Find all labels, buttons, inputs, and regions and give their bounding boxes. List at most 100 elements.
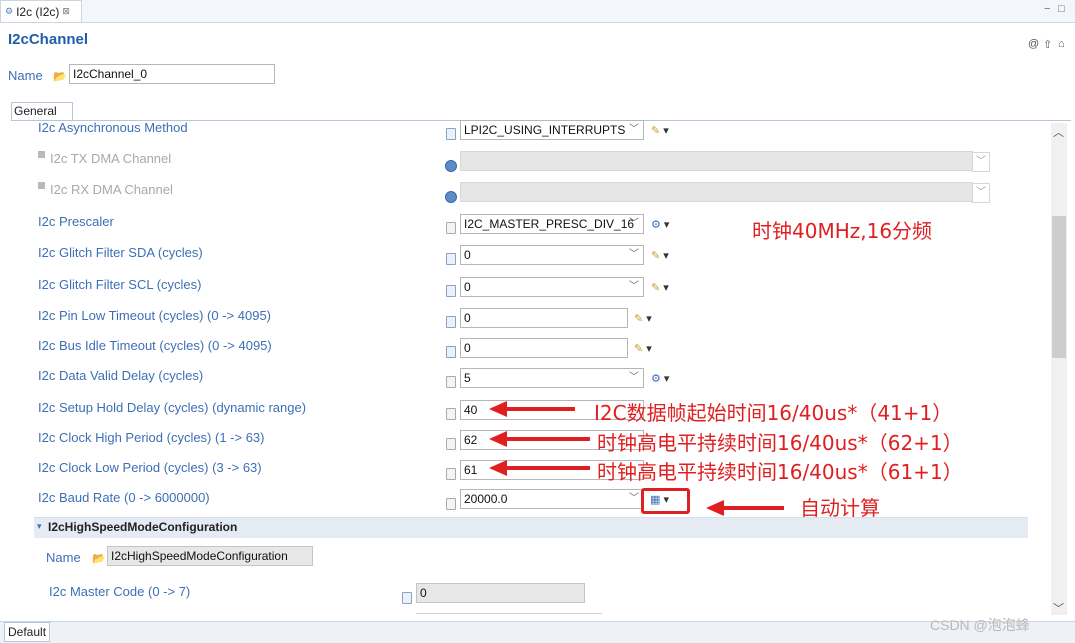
tab-general[interactable]: General	[11, 102, 73, 121]
arrow-auto	[722, 506, 784, 510]
rx-dma-label: I2c RX DMA Channel	[50, 182, 173, 197]
annotation-high: 时钟高电平持续时间16/40us*（62+1）	[597, 431, 963, 455]
pencil-icon: ✎	[634, 343, 644, 355]
glitch-sda-select[interactable]: 0 ﹀	[460, 245, 644, 265]
annotation-auto: 自动计算	[800, 496, 880, 520]
home-icon[interactable]: ⌂	[1058, 38, 1065, 50]
pencil-icon: ✎	[634, 313, 644, 325]
chevron-down-icon: ﹀	[629, 372, 639, 383]
scrollbar-thumb[interactable]	[1052, 216, 1066, 358]
bus-idle-timeout-label: I2c Bus Idle Timeout (cycles) (0 -> 4095…	[38, 338, 272, 353]
name-input[interactable]: I2cChannel_0	[69, 64, 275, 84]
edit-tools[interactable]: ✎ ▾	[651, 249, 669, 262]
data-valid-delay-select[interactable]: 5 ﹀	[460, 368, 644, 388]
arrowhead	[489, 460, 507, 476]
field-icon	[446, 468, 456, 480]
editor-tab-label: I2c (I2c)	[16, 4, 60, 19]
arrow-setup	[505, 407, 575, 411]
field-icon	[446, 128, 456, 140]
maximize-button[interactable]: □	[1058, 3, 1065, 15]
tx-dma-label: I2c TX DMA Channel	[50, 151, 172, 166]
pin-low-timeout-input[interactable]: 0	[460, 308, 628, 328]
field-icon	[446, 346, 456, 358]
highspeed-name-label: Name	[46, 550, 81, 565]
pencil-icon: ✎	[651, 250, 661, 262]
scroll-down-icon[interactable]: ﹀	[1053, 600, 1064, 616]
annotation-low: 时钟高电平持续时间16/40us*（61+1）	[597, 460, 963, 484]
field-icon	[446, 438, 456, 450]
field-icon	[446, 316, 456, 328]
baud-rate-select[interactable]: 20000.0 ﹀	[460, 489, 644, 509]
field-icon	[446, 408, 456, 420]
highspeed-name-input[interactable]: I2cHighSpeedModeConfiguration	[107, 546, 313, 566]
annotation-clock: 时钟40MHz,16分频	[752, 219, 933, 243]
editor-tab[interactable]: ⚙ I2c (I2c) ⊠	[0, 0, 82, 22]
field-icon	[446, 376, 456, 388]
bottom-tab-bar	[0, 621, 1075, 643]
link-icon[interactable]: @	[1028, 38, 1039, 50]
glitch-sda-label: I2c Glitch Filter SDA (cycles)	[38, 245, 203, 260]
master-code-label: I2c Master Code (0 -> 7)	[49, 584, 191, 599]
edit-tools[interactable]: ✎ ▾	[634, 312, 652, 325]
gear-tools[interactable]: ⚙ ▾	[651, 372, 669, 385]
chevron-down-icon: ﹀	[629, 281, 639, 292]
rx-dma-select[interactable]: ﹀	[460, 182, 990, 203]
scroll-up-icon[interactable]: ︿	[1053, 124, 1064, 140]
folder-icon: 📂	[92, 553, 106, 565]
chevron-down-icon: ﹀	[972, 183, 990, 203]
field-icon	[446, 498, 456, 510]
calculator-icon: ▦	[650, 494, 661, 506]
page-title: I2cChannel	[8, 31, 89, 48]
up-arrow-icon[interactable]: ⇧	[1043, 38, 1052, 51]
arrow-low	[505, 466, 590, 470]
edit-tools[interactable]: ✎ ▾	[634, 342, 652, 355]
close-icon[interactable]: ⊠	[62, 6, 70, 17]
minimize-button[interactable]: −	[1044, 3, 1050, 15]
chevron-down-icon: ﹀	[629, 493, 639, 504]
baud-rate-label: I2c Baud Rate (0 -> 6000000)	[38, 490, 210, 505]
data-valid-delay-label: I2c Data Valid Delay (cycles)	[38, 368, 204, 383]
annotation-setup: I2C数据帧起始时间16/40us*（41+1）	[594, 401, 953, 425]
checkbox[interactable]	[38, 151, 45, 158]
name-label: Name	[8, 68, 43, 83]
watermark: CSDN @泡泡蜂	[930, 617, 1030, 633]
glitch-scl-label: I2c Glitch Filter SCL (cycles)	[38, 277, 202, 292]
chevron-down-icon: ﹀	[972, 152, 990, 172]
arrow-high	[505, 437, 590, 441]
divider	[416, 613, 602, 619]
section-title: I2cHighSpeedModeConfiguration	[48, 520, 238, 534]
tx-dma-select[interactable]: ﹀	[460, 151, 990, 172]
edit-tools[interactable]: ✎ ▾	[651, 124, 669, 137]
field-icon	[446, 222, 456, 234]
arrowhead	[489, 431, 507, 447]
edit-tools[interactable]: ✎ ▾	[651, 281, 669, 294]
pencil-icon: ✎	[651, 125, 661, 137]
globe-icon	[445, 160, 457, 172]
chevron-down-icon: ﹀	[629, 124, 639, 135]
config-icon: ⚙	[5, 6, 14, 16]
calculator-tools[interactable]: ▦ ▾	[650, 493, 669, 506]
gear-icon: ⚙	[651, 219, 661, 231]
master-code-input[interactable]: 0	[416, 583, 585, 603]
async-method-select[interactable]: LPI2C_USING_INTERRUPTS ﹀	[460, 120, 644, 140]
arrowhead	[706, 500, 724, 516]
chevron-down-icon: ﹀	[629, 249, 639, 260]
arrowhead	[489, 401, 507, 417]
collapse-icon[interactable]: ▾	[37, 521, 42, 532]
gear-icon: ⚙	[651, 373, 661, 385]
field-icon	[446, 285, 456, 297]
gear-tools[interactable]: ⚙ ▾	[651, 218, 669, 231]
tab-default[interactable]: Default	[4, 622, 50, 642]
editor-tab-bar	[0, 0, 1075, 23]
chevron-down-icon: ﹀	[629, 218, 639, 229]
pin-low-timeout-label: I2c Pin Low Timeout (cycles) (0 -> 4095)	[38, 308, 272, 323]
field-icon	[446, 253, 456, 265]
globe-icon	[445, 191, 457, 203]
glitch-scl-select[interactable]: 0 ﹀	[460, 277, 644, 297]
bus-idle-timeout-input[interactable]: 0	[460, 338, 628, 358]
prescaler-select[interactable]: I2C_MASTER_PRESC_DIV_16 ﹀	[460, 214, 644, 234]
async-method-label: I2c Asynchronous Method	[38, 120, 188, 135]
vertical-scrollbar[interactable]	[1051, 123, 1067, 615]
pencil-icon: ✎	[651, 282, 661, 294]
checkbox[interactable]	[38, 182, 45, 189]
